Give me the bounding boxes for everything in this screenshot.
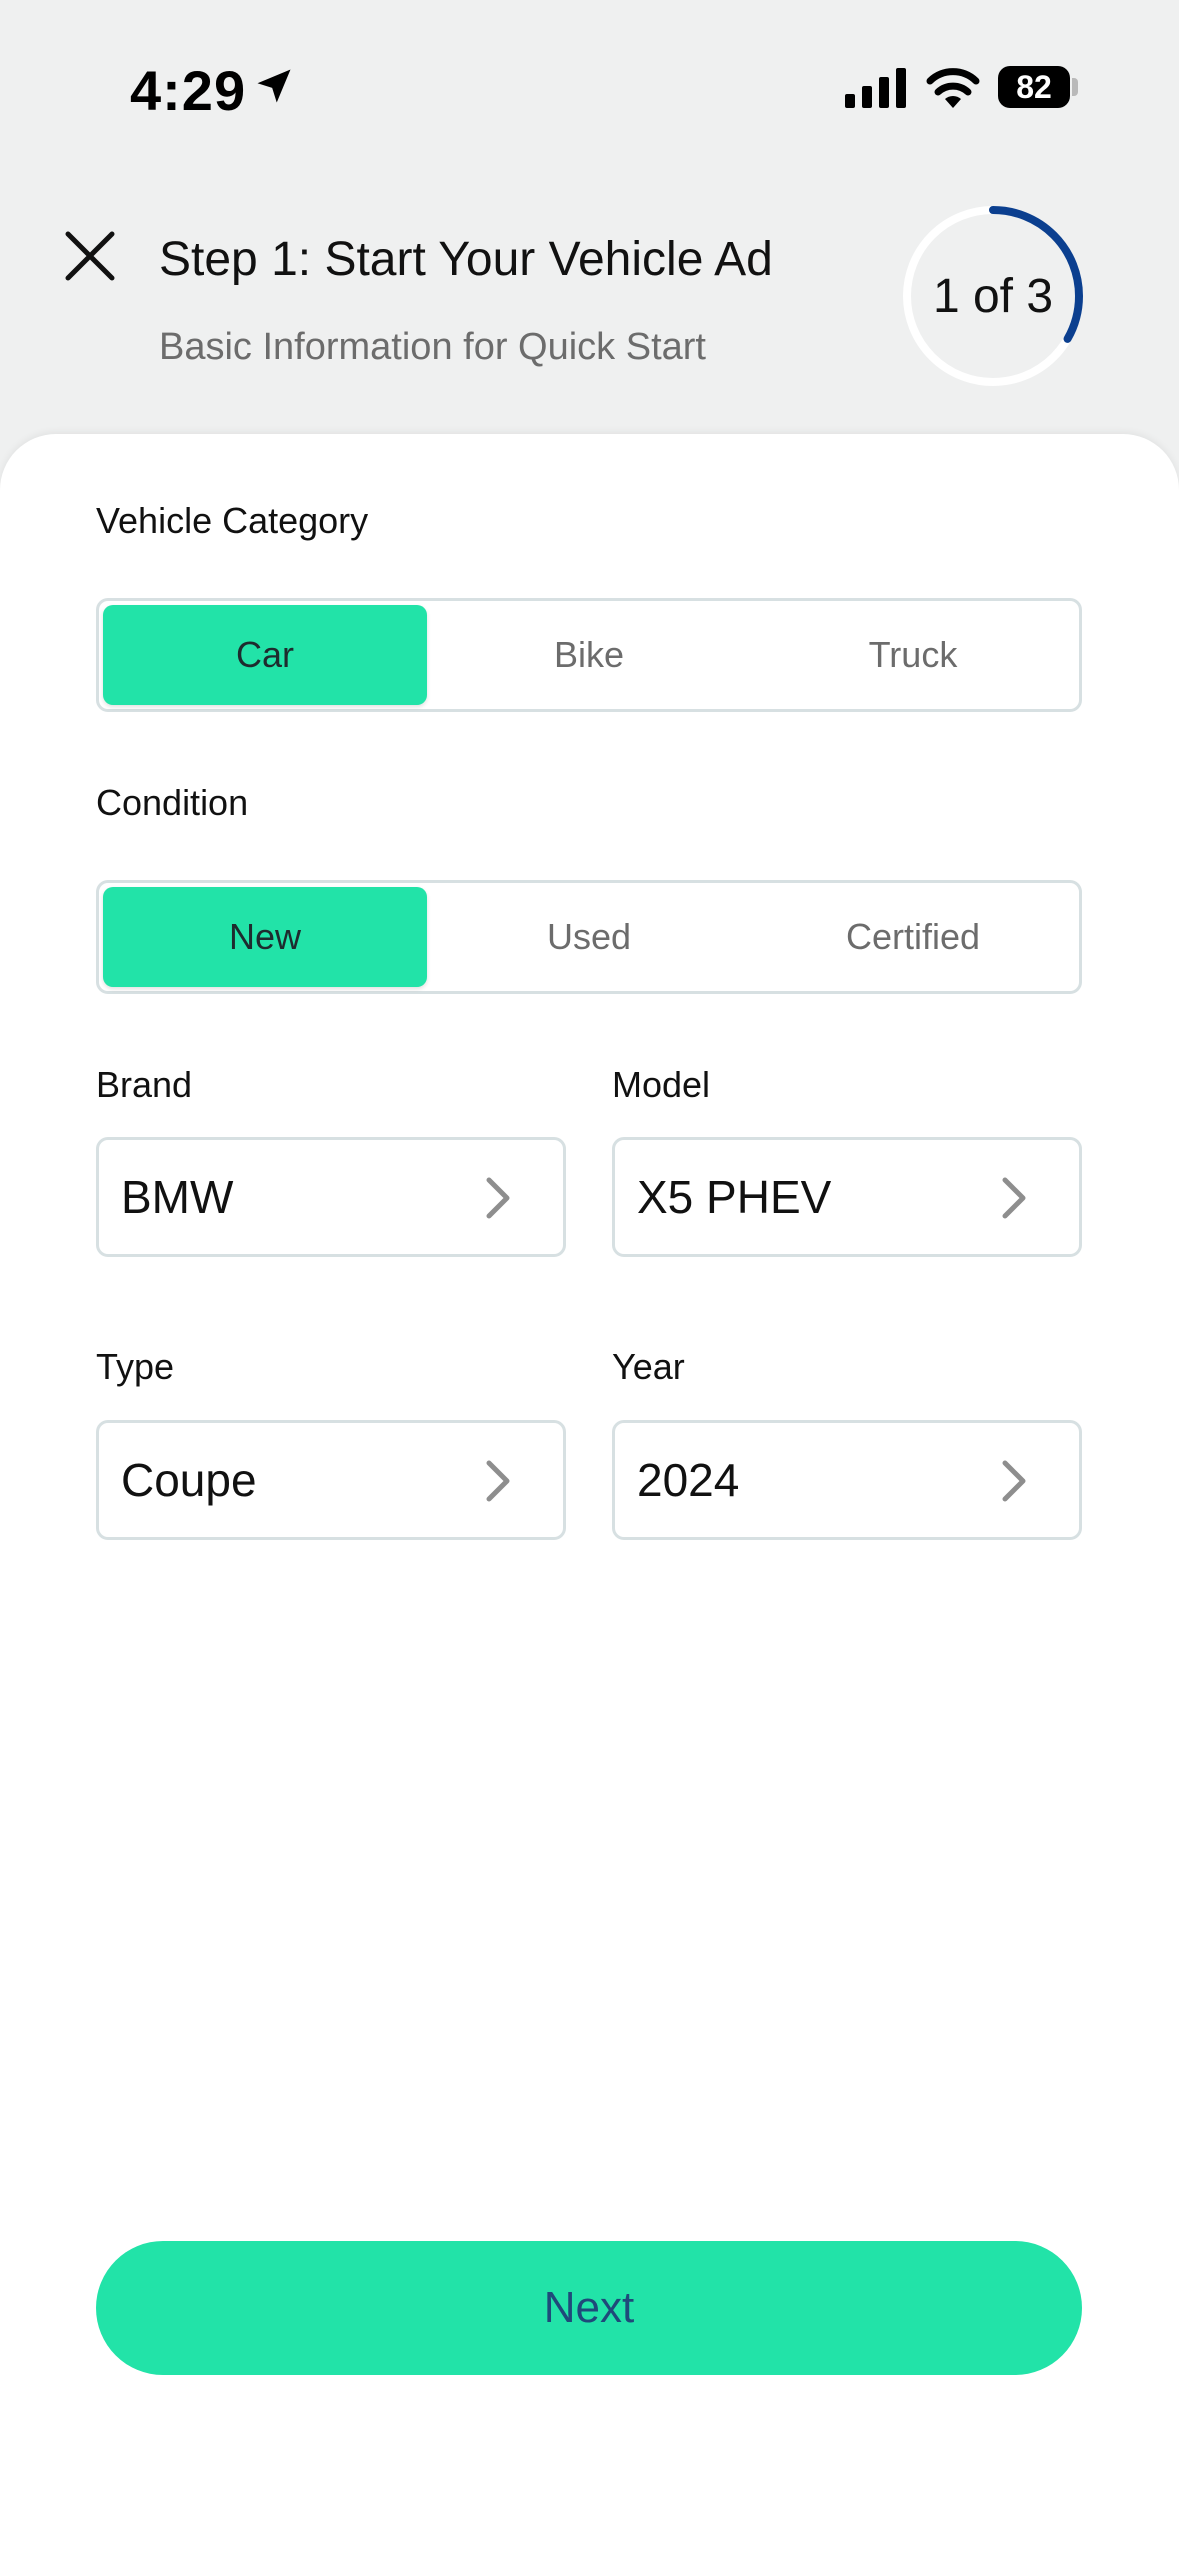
brand-label: Brand [96, 1064, 193, 1105]
wifi-icon [926, 68, 980, 108]
step-progress-text: 1 of 3 [932, 269, 1054, 323]
vehicle-category-label: Vehicle Category [96, 500, 369, 541]
year-select[interactable]: 2024 [612, 1420, 1082, 1540]
brand-select[interactable]: BMW [96, 1137, 566, 1257]
segment-car[interactable]: Car [103, 605, 427, 705]
status-bar: 4:29 82 [0, 0, 1179, 170]
cellular-signal-icon [845, 68, 906, 108]
year-label: Year [612, 1346, 685, 1387]
segment-certified[interactable]: Certified [751, 887, 1075, 987]
chevron-right-icon [486, 1460, 510, 1502]
type-label: Type [96, 1346, 175, 1387]
next-button[interactable]: Next [96, 2241, 1082, 2375]
segment-bike[interactable]: Bike [427, 605, 751, 705]
brand-value: BMW [121, 1171, 234, 1223]
condition-segmented-control: New Used Certified [96, 880, 1082, 994]
year-value: 2024 [637, 1454, 740, 1506]
segment-used[interactable]: Used [427, 887, 751, 987]
type-select[interactable]: Coupe [96, 1420, 566, 1540]
condition-label: Condition [96, 782, 249, 823]
close-icon[interactable] [62, 228, 118, 284]
battery-cap [1072, 78, 1078, 96]
segment-new[interactable]: New [103, 887, 427, 987]
model-select[interactable]: X5 PHEV [612, 1137, 1082, 1257]
chevron-right-icon [1002, 1460, 1026, 1502]
page-subtitle: Basic Information for Quick Start [159, 326, 706, 368]
form-card: Vehicle Category Car Bike Truck Conditio… [0, 434, 1179, 2556]
chevron-right-icon [1002, 1177, 1026, 1219]
vehicle-category-segmented-control: Car Bike Truck [96, 598, 1082, 712]
model-label: Model [612, 1064, 711, 1105]
segment-truck[interactable]: Truck [751, 605, 1075, 705]
chevron-right-icon [486, 1177, 510, 1219]
page-title: Step 1: Start Your Vehicle Ad [159, 233, 773, 286]
battery-icon: 82 [998, 66, 1070, 108]
status-time: 4:29 [130, 59, 247, 122]
type-value: Coupe [121, 1454, 257, 1506]
location-arrow-icon [257, 69, 291, 103]
model-value: X5 PHEV [637, 1171, 832, 1223]
